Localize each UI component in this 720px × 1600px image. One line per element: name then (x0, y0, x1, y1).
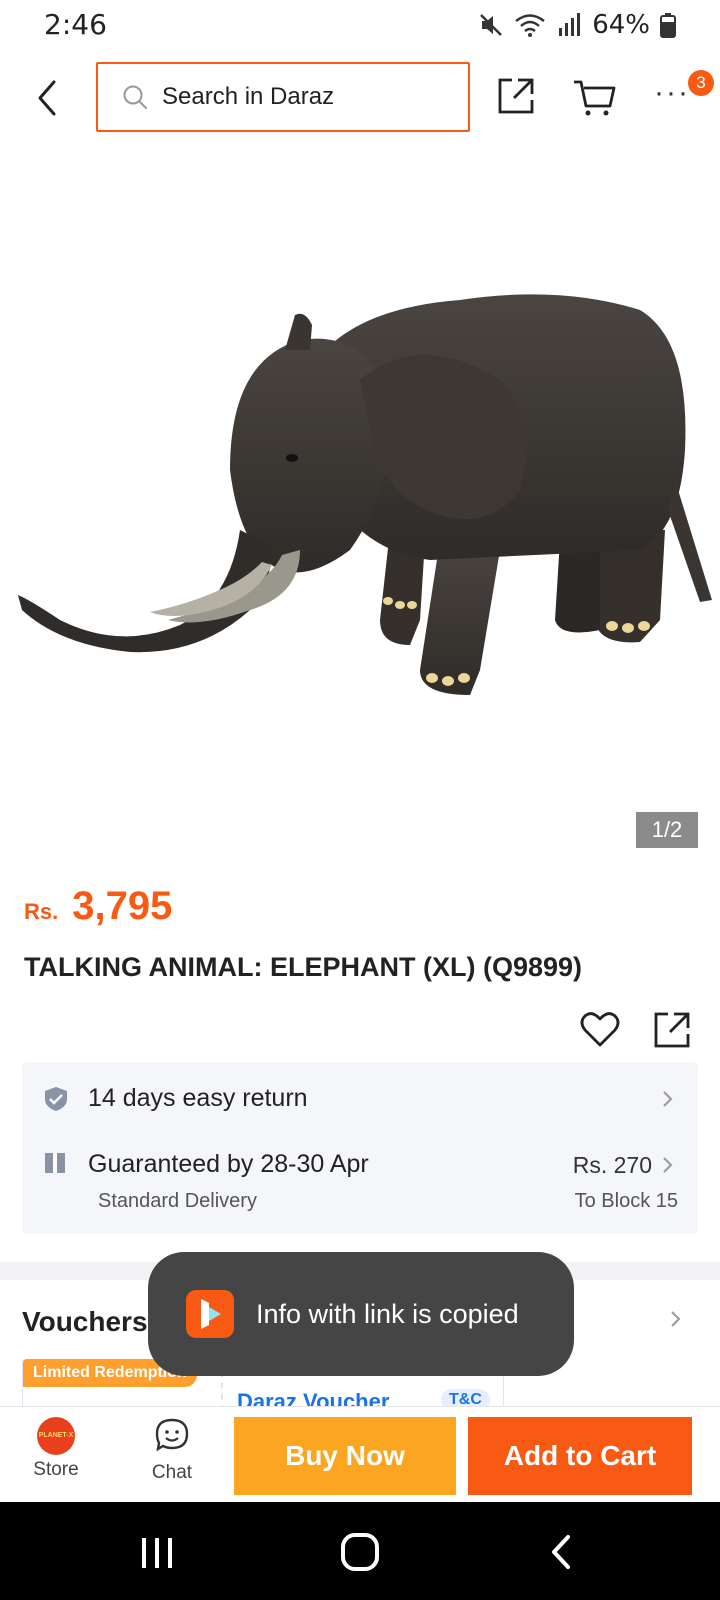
delivery-type: Standard Delivery (98, 1190, 257, 1212)
add-to-cart-button[interactable]: Add to Cart (468, 1417, 692, 1495)
back-arrow-icon[interactable] (28, 74, 68, 122)
search-placeholder: Search in Daraz (162, 83, 335, 110)
product-image-gallery[interactable]: 1/2 (0, 150, 720, 860)
home-icon[interactable] (340, 1532, 380, 1572)
store-logo: PLANET-X (37, 1417, 75, 1455)
battery-percent: 64% (592, 10, 650, 40)
copied-toast: Info with link is copied (148, 1252, 574, 1376)
status-icons: 64% (478, 10, 676, 40)
signal-icon (559, 13, 581, 36)
chat-label: Chat (151, 1462, 193, 1483)
wifi-icon (515, 14, 545, 37)
recent-apps-icon[interactable] (140, 1536, 176, 1570)
return-text: 14 days easy return (88, 1084, 308, 1112)
chevron-right-icon (663, 1157, 673, 1173)
battery-icon (660, 13, 676, 38)
chat-button[interactable]: Chat (142, 1417, 202, 1484)
share-product-icon[interactable] (652, 1010, 692, 1050)
delivery-fee: Rs. 270 (572, 1152, 652, 1178)
delivery-row[interactable]: Guaranteed by 28-30 Apr Standard Deliver… (22, 1136, 698, 1234)
store-button[interactable]: PLANET-X Store (26, 1417, 86, 1481)
product-title: TALKING ANIMAL: ELEPHANT (XL) (Q9899) (24, 952, 582, 982)
heart-icon[interactable] (580, 1010, 620, 1048)
cart-icon[interactable] (572, 78, 616, 118)
top-app-bar: Search in Daraz ··· 3 (0, 56, 720, 140)
delivery-location: To Block 15 (574, 1190, 678, 1212)
price: Rs. 3,795 (24, 884, 172, 929)
price-currency: Rs. (24, 899, 59, 924)
vouchers-heading: Vouchers (22, 1306, 148, 1337)
service-info-card: 14 days easy return Guaranteed by 28-30 … (22, 1062, 698, 1234)
return-row[interactable]: 14 days easy return (22, 1062, 698, 1136)
bottom-action-bar: PLANET-X Store Chat Buy Now Add to Cart (0, 1406, 720, 1502)
status-bar: 2:46 64% (0, 0, 720, 50)
image-counter: 1/2 (636, 812, 698, 848)
nav-back-icon[interactable] (548, 1534, 574, 1570)
store-label: Store (33, 1459, 79, 1480)
delivery-box-icon (45, 1153, 65, 1173)
daraz-logo-icon (186, 1290, 234, 1338)
chat-icon (155, 1418, 189, 1452)
search-icon (123, 85, 147, 109)
toast-message: Info with link is copied (256, 1298, 519, 1329)
search-bar[interactable]: Search in Daraz (96, 62, 470, 132)
chevron-right-icon[interactable] (670, 1310, 682, 1328)
cart-badge: 3 (688, 70, 714, 96)
status-time: 2:46 (44, 8, 107, 41)
elephant-product-image (18, 294, 712, 695)
mute-icon (480, 14, 503, 36)
shield-check-icon (45, 1087, 67, 1111)
more-icon[interactable]: ··· (654, 78, 690, 108)
chevron-right-icon (663, 1091, 673, 1107)
price-value: 3,795 (72, 884, 173, 928)
system-nav-bar (0, 1502, 720, 1600)
delivery-guarantee: Guaranteed by 28-30 Apr (88, 1150, 369, 1178)
voucher-divider (221, 1371, 223, 1411)
buy-now-button[interactable]: Buy Now (234, 1417, 456, 1495)
share-icon[interactable] (496, 76, 536, 116)
